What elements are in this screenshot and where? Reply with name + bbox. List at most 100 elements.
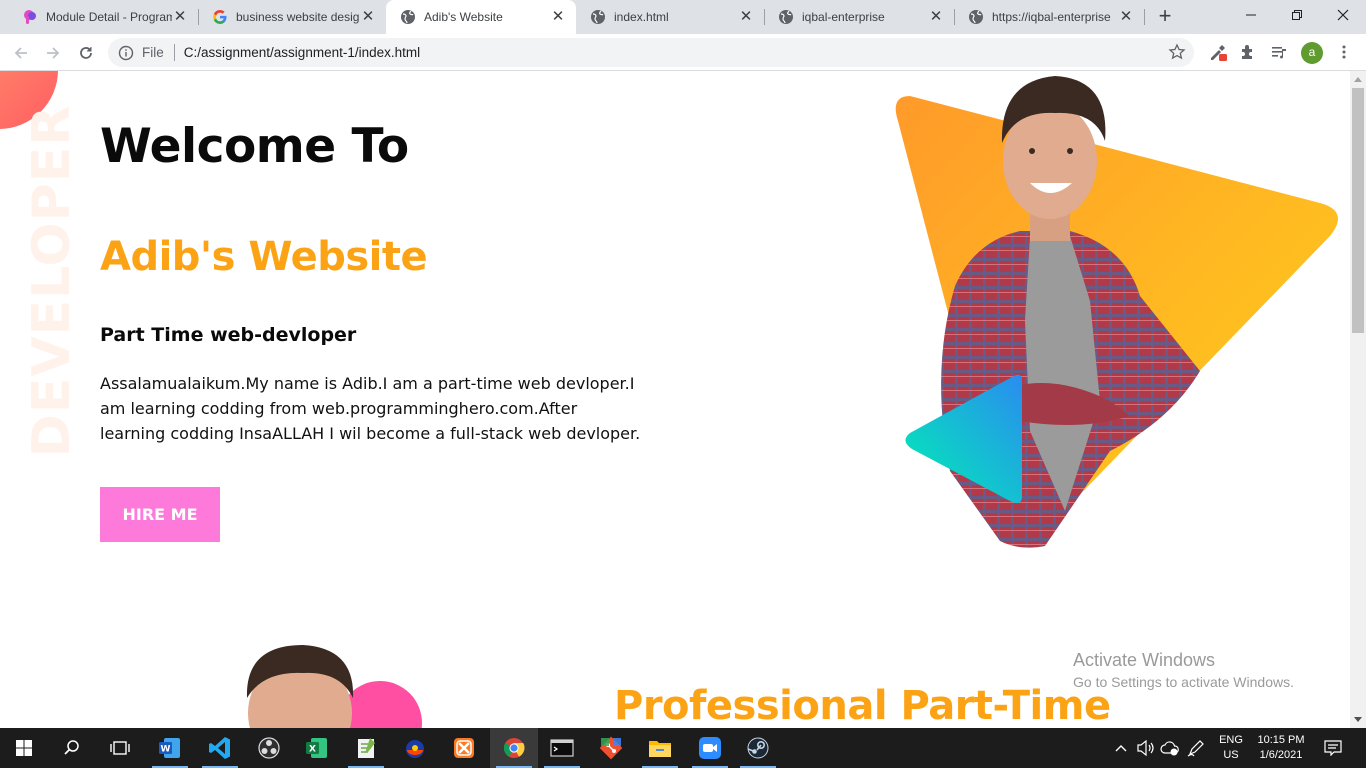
clock-time: 10:15 PM (1257, 734, 1305, 746)
scrollbar-thumb[interactable] (1352, 88, 1364, 333)
menu-button[interactable] (1334, 42, 1354, 62)
watermark-line1: Activate Windows (1073, 650, 1216, 670)
taskbar-xampp[interactable] (440, 728, 488, 768)
volume-button[interactable] (1134, 728, 1158, 768)
task-view-button[interactable] (96, 728, 144, 768)
taskbar-vscode[interactable] (196, 728, 244, 768)
svg-text:X: X (309, 745, 316, 755)
action-center-button[interactable] (1318, 728, 1348, 768)
network-button[interactable] (1158, 728, 1182, 768)
page-viewport: DEVELOPER Welcome To Adib's Website Part… (0, 71, 1350, 728)
svg-text:W: W (161, 745, 171, 755)
browser-toolbar: File C:/assignment/assignment-1/index.ht… (0, 34, 1366, 71)
taskbar-notepad-plus[interactable] (342, 728, 390, 768)
side-watermark-word: DEVELOPER (22, 105, 82, 458)
tray-overflow-button[interactable] (1111, 728, 1131, 768)
excel-icon: X (306, 738, 327, 758)
taskbar-chrome[interactable] (490, 728, 538, 768)
restore-button[interactable] (1274, 0, 1320, 30)
forward-arrow-icon (47, 47, 60, 59)
language-region: US (1223, 749, 1239, 761)
scheme-label: File (142, 45, 164, 60)
vscode-icon (209, 737, 230, 759)
section2-title: Professional Part-Time (614, 683, 1111, 728)
chrome-icon (503, 738, 525, 758)
new-tab-button[interactable]: + (1153, 5, 1177, 29)
google-icon (212, 9, 228, 25)
clock-date: 1/6/2021 (1259, 749, 1303, 761)
close-icon (1337, 9, 1349, 21)
close-window-button[interactable] (1320, 0, 1366, 30)
taskbar-word[interactable]: W (146, 728, 194, 768)
minimize-button[interactable] (1228, 0, 1274, 30)
profile-avatar[interactable]: a (1301, 42, 1323, 64)
back-button[interactable] (7, 39, 35, 67)
globe-icon (968, 9, 984, 25)
section2-illustration (246, 645, 422, 728)
hero-role: Part Time web-devloper (100, 324, 357, 346)
search-icon (64, 740, 79, 755)
puzzle-icon (1242, 45, 1252, 59)
taskbar: W X ENG US 10:15 PM 1/6/2021 (0, 728, 1366, 768)
globe-icon (590, 9, 606, 25)
taskbar-git[interactable] (587, 728, 635, 768)
bookmark-star-icon[interactable] (1168, 43, 1186, 61)
forward-button[interactable] (39, 39, 67, 67)
scroll-up-icon[interactable] (1354, 77, 1362, 82)
hero-title: Welcome To (100, 119, 409, 174)
speaker-icon (1137, 740, 1154, 756)
address-bar[interactable]: File C:/assignment/assignment-1/index.ht… (108, 38, 1194, 67)
input-language-indicator[interactable]: ENG US (1216, 733, 1246, 763)
taskbar-excel[interactable]: X (293, 728, 341, 768)
zoom-icon (699, 737, 721, 759)
close-tab-icon[interactable]: ✕ (360, 9, 376, 25)
extensions-button[interactable] (1238, 42, 1258, 62)
tab-business-website-design[interactable]: business website design ✕ (198, 0, 386, 34)
kebab-menu-icon (1342, 45, 1346, 59)
page-scrollbar[interactable] (1350, 71, 1366, 728)
hire-me-button[interactable]: HIRE ME (100, 487, 220, 542)
scroll-down-icon[interactable] (1354, 717, 1362, 722)
taskbar-file-explorer[interactable] (636, 728, 684, 768)
tab-module-detail[interactable]: Module Detail - Programming Hero ✕ (8, 0, 198, 34)
url-text[interactable]: C:/assignment/assignment-1/index.html (184, 45, 420, 60)
close-tab-icon[interactable]: ✕ (172, 9, 188, 25)
globe-icon (400, 9, 416, 25)
hero-illustration (895, 76, 1338, 548)
taskbar-obs[interactable] (245, 728, 293, 768)
pen-workspace-button[interactable] (1184, 728, 1208, 768)
reload-icon (80, 47, 92, 59)
network-cloud-icon (1160, 741, 1179, 756)
close-tab-icon[interactable]: ✕ (550, 9, 566, 25)
taskbar-terminal[interactable] (538, 728, 586, 768)
reload-button[interactable] (72, 39, 100, 67)
start-button[interactable] (0, 728, 48, 768)
close-tab-icon[interactable]: ✕ (738, 9, 754, 25)
media-controls-button[interactable] (1269, 42, 1289, 62)
task-view-icon (110, 741, 130, 755)
git-icon (599, 736, 623, 760)
info-icon[interactable] (118, 45, 134, 61)
hero-site-name: Adib's Website (100, 234, 428, 280)
close-tab-icon[interactable]: ✕ (928, 9, 944, 25)
tab-separator (1144, 9, 1145, 25)
back-arrow-icon (14, 47, 27, 59)
notification-icon (1324, 740, 1342, 756)
playlist-icon (1272, 47, 1286, 59)
taskbar-zoom[interactable] (686, 728, 734, 768)
system-clock[interactable]: 10:15 PM 1/6/2021 (1252, 733, 1310, 763)
tab-index-html[interactable]: index.html ✕ (576, 0, 764, 34)
search-button[interactable] (48, 728, 96, 768)
extension-eyedropper-button[interactable] (1208, 42, 1228, 62)
steam-icon (747, 737, 769, 759)
windows-logo-icon (16, 740, 32, 756)
notepad-plus-icon (358, 738, 375, 758)
taskbar-app-ring[interactable] (391, 728, 439, 768)
taskbar-steam[interactable] (734, 728, 782, 768)
tab-adibs-website[interactable]: Adib's Website ✕ (386, 0, 576, 34)
close-tab-icon[interactable]: ✕ (1118, 9, 1134, 25)
language-code: ENG (1219, 734, 1243, 746)
tab-iqbal-enterprise[interactable]: iqbal-enterprise ✕ (764, 0, 954, 34)
tab-iqbal-enterprise-url[interactable]: https://iqbal-enterprise ✕ (954, 0, 1144, 34)
xampp-icon (454, 738, 474, 758)
